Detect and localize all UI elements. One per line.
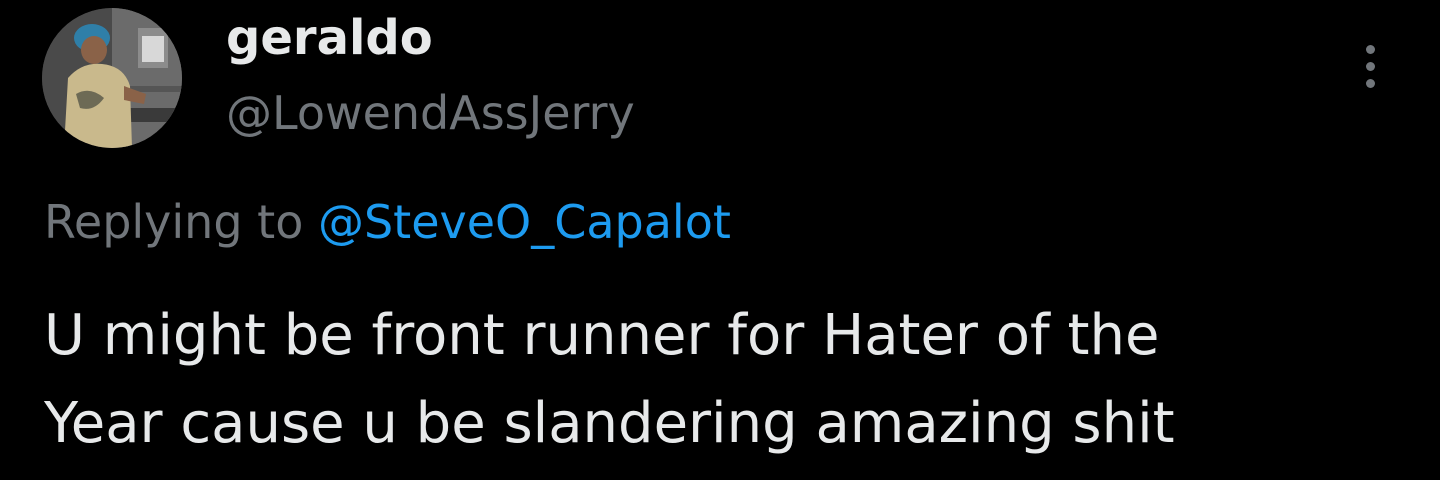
avatar-image [42, 8, 182, 148]
tweet-text-line: Year cause u be slandering amazing shit [44, 391, 1175, 456]
tweet-text-line: U might be front runner for Hater of the [44, 303, 1160, 368]
more-options-button[interactable] [1346, 36, 1394, 96]
tweet-text: U might be front runner for Hater of the… [44, 292, 1424, 468]
tweet[interactable]: geraldo @LowendAssJerry Replying to @Ste… [0, 0, 1440, 480]
reply-mention-link[interactable]: @SteveO_Capalot [318, 195, 731, 249]
replying-to: Replying to @SteveO_Capalot [44, 190, 731, 254]
replying-to-prefix: Replying to [44, 195, 318, 249]
more-vertical-icon [1365, 44, 1375, 88]
author-display-name[interactable]: geraldo [226, 6, 433, 70]
avatar[interactable] [42, 8, 182, 148]
author-handle[interactable]: @LowendAssJerry [226, 82, 635, 144]
